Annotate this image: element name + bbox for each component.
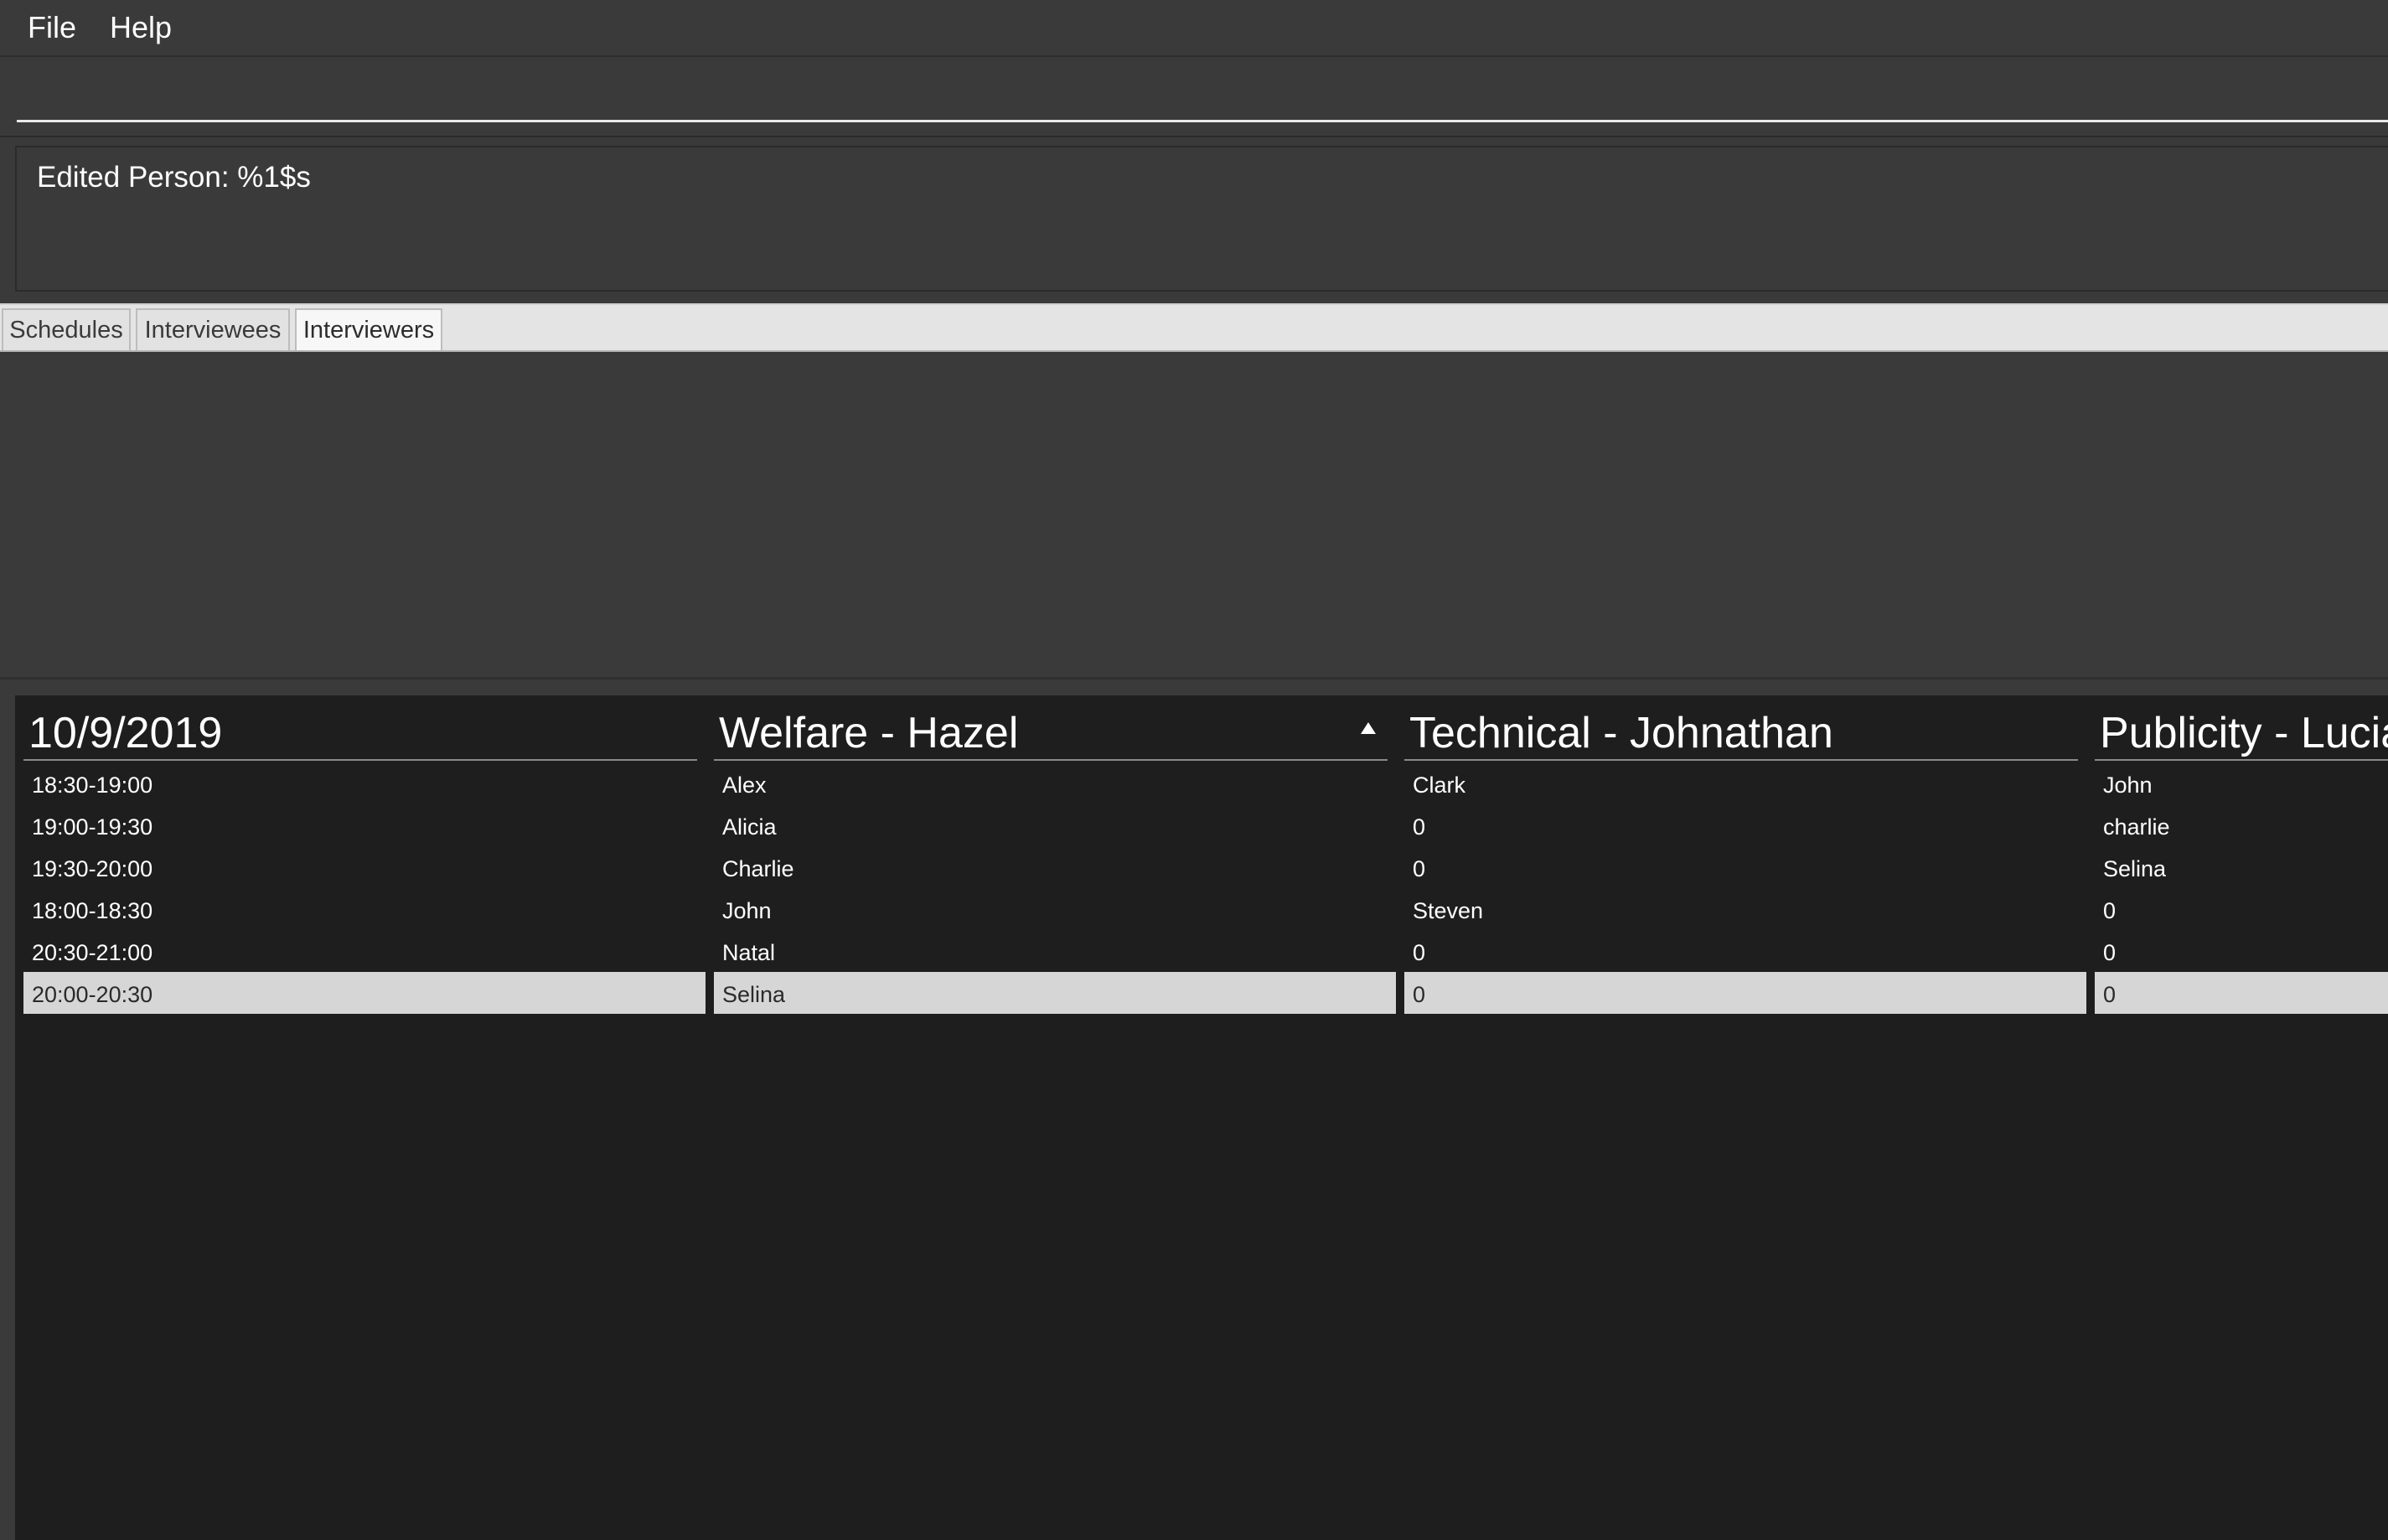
sort-ascending-icon [1361,722,1376,734]
table-cell-timeslot: 19:30-20:00 [32,856,153,881]
table-cell-timeslot: 20:30-21:00 [32,940,153,965]
app-window: File Help Edited Person: %1$s Schedules … [0,0,2388,1540]
column-header-publicity[interactable]: Publicity - Lucia [2095,695,2388,761]
table-cell: 0 [2103,940,2117,965]
table-row[interactable]: 19:00-19:30 Alicia 0 charlie [15,804,2388,846]
table-cell: Alex [722,773,767,798]
tab-interviewees[interactable]: Interviewees [136,308,290,350]
table-cell: charlie [2103,814,2170,840]
table-cell: Alicia [722,814,777,840]
table-cell: 0 [1413,940,1426,965]
menu-bar: File Help [0,0,2388,57]
table-cell: John [2103,773,2153,798]
column-header-date[interactable]: 10/9/2019 [23,695,697,761]
table-row[interactable]: 20:30-21:00 Natal 0 0 [15,930,2388,972]
column-header-welfare-label: Welfare - Hazel [719,709,1019,757]
column-header-technical[interactable]: Technical - Johnathan [1404,695,2078,761]
schedule-table: 10/9/2019 Welfare - Hazel Technical - Jo… [15,695,2388,1540]
table-cell-timeslot: 18:30-19:00 [32,773,153,798]
column-header-welfare[interactable]: Welfare - Hazel [714,695,1388,761]
table-row-selected[interactable]: 20:00-20:30 Selina 0 0 [15,972,2388,1014]
table-cell: 0 [1413,856,1426,881]
tab-schedules[interactable]: Schedules [2,308,131,350]
table-cell-timeslot: 19:00-19:30 [32,814,153,840]
table-cell: Selina [714,972,1396,1014]
tab-content-area [0,352,2388,680]
table-cell-timeslot: 18:00-18:30 [32,898,153,923]
table-row[interactable]: 18:00-18:30 John Steven 0 [15,888,2388,930]
table-cell: Steven [1413,898,1484,923]
table-body: 18:30-19:00 Alex Clark John 19:00-19:30 … [15,762,2388,1014]
command-box-panel [0,57,2388,137]
menu-help[interactable]: Help [93,0,189,55]
table-cell: 0 [1413,814,1426,840]
table-cell: 0 [2095,972,2388,1014]
table-cell: John [722,898,772,923]
tab-bar: Schedules Interviewees Interviewers [0,303,2388,352]
table-cell-timeslot: 20:00-20:30 [23,972,706,1014]
table-cell: Charlie [722,856,794,881]
table-cell: Natal [722,940,776,965]
table-header: 10/9/2019 Welfare - Hazel Technical - Jo… [15,695,2388,762]
tab-interviewers[interactable]: Interviewers [295,308,442,350]
result-message: Edited Person: %1$s [37,161,311,194]
table-cell: Selina [2103,856,2167,881]
command-input[interactable] [17,65,2388,122]
table-cell: 0 [2103,898,2117,923]
table-row[interactable]: 19:30-20:00 Charlie 0 Selina [15,846,2388,888]
result-display: Edited Person: %1$s [15,146,2388,292]
table-cell: 0 [1404,972,2086,1014]
menu-file[interactable]: File [0,0,93,55]
table-cell: Clark [1413,773,1466,798]
table-row[interactable]: 18:30-19:00 Alex Clark John [15,762,2388,804]
